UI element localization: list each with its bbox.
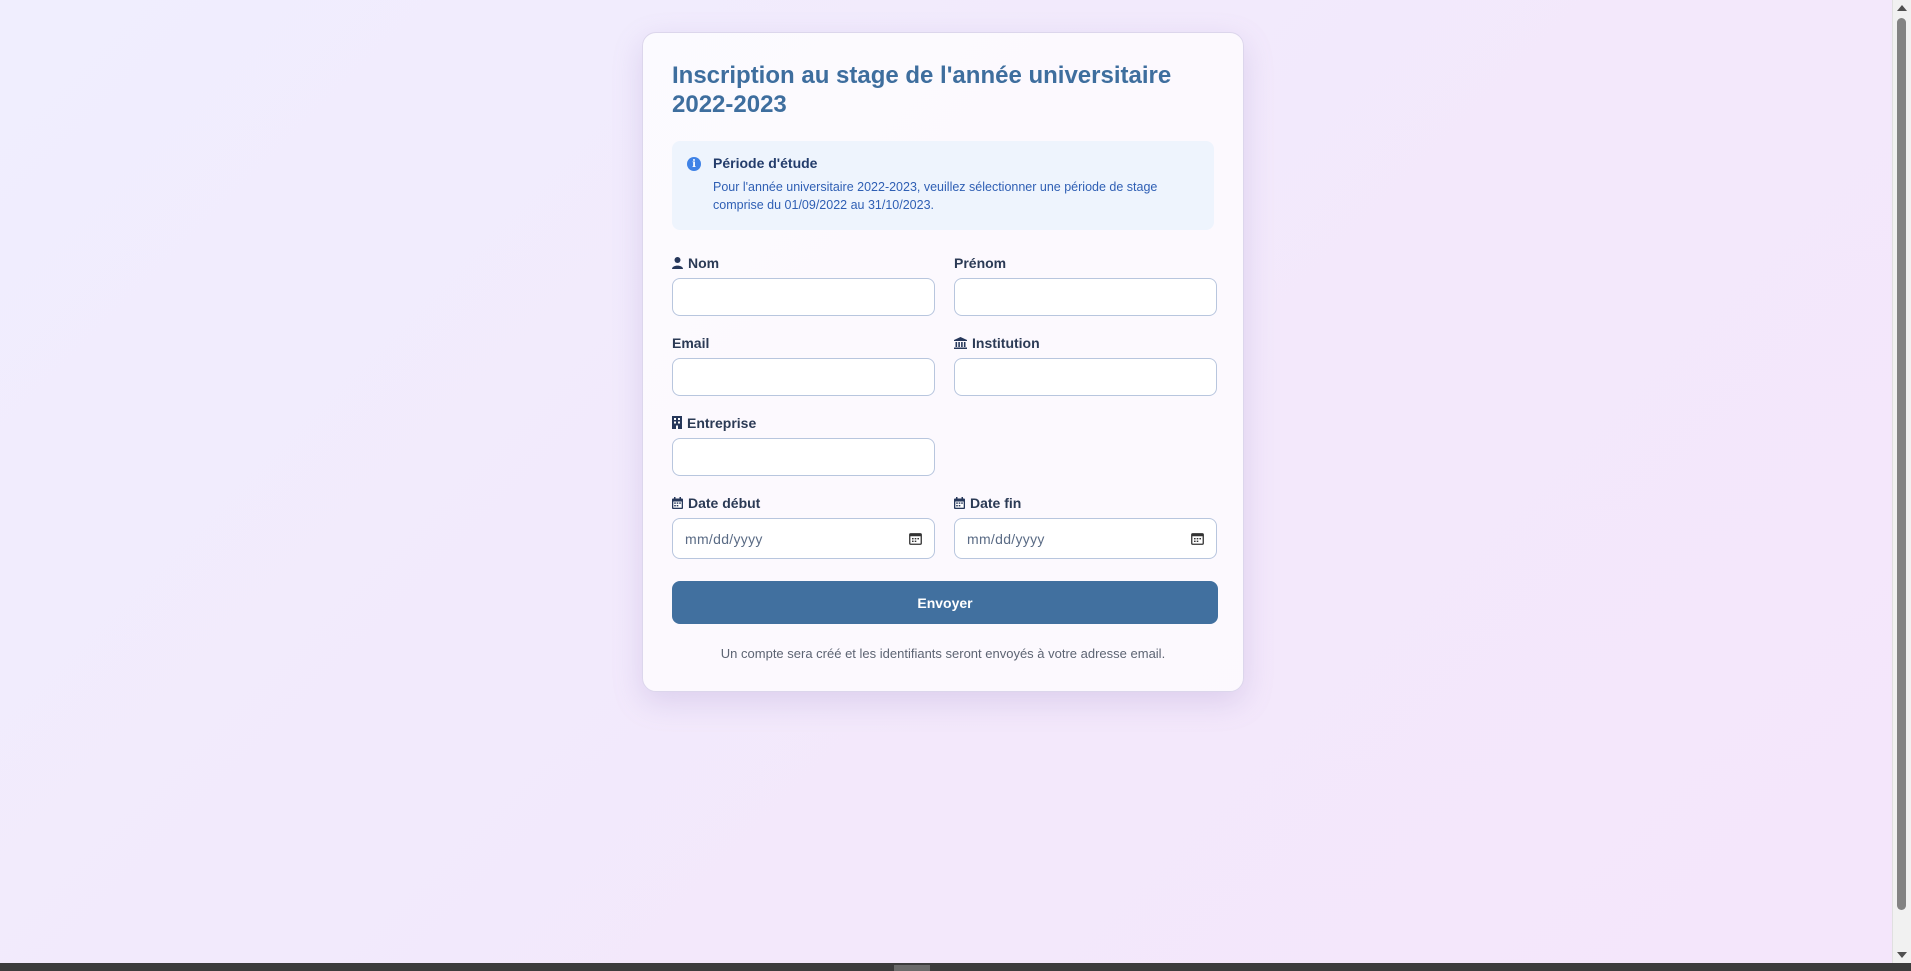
bottom-bar xyxy=(0,963,1911,971)
building-icon xyxy=(672,416,682,429)
grid-spacer xyxy=(954,414,1217,476)
calendar-icon xyxy=(954,496,965,509)
field-nom: Nom xyxy=(672,254,935,316)
date-debut-label: Date début xyxy=(672,494,935,511)
field-email: Email xyxy=(672,334,935,396)
date-debut-input[interactable]: mm/dd/yyyy xyxy=(672,518,935,559)
nom-input[interactable] xyxy=(672,278,935,316)
institution-label-text: Institution xyxy=(972,334,1040,351)
registration-card: Inscription au stage de l'année universi… xyxy=(642,32,1244,692)
user-icon xyxy=(672,256,683,269)
scroll-down-arrow-icon[interactable] xyxy=(1897,952,1907,958)
email-label: Email xyxy=(672,334,935,351)
calendar-icon xyxy=(672,496,683,509)
page: Inscription au stage de l'année universi… xyxy=(0,0,1893,963)
info-icon: i xyxy=(687,157,701,171)
field-date-debut: Date début mm/dd/yyyy xyxy=(672,494,935,559)
field-entreprise: Entreprise xyxy=(672,414,935,476)
prenom-label-text: Prénom xyxy=(954,254,1007,271)
entreprise-label-text: Entreprise xyxy=(687,414,757,431)
entreprise-label: Entreprise xyxy=(672,414,935,431)
email-label-text: Email xyxy=(672,334,710,351)
entreprise-input[interactable] xyxy=(672,438,935,476)
nom-label: Nom xyxy=(672,254,935,271)
vertical-scrollbar[interactable] xyxy=(1892,0,1911,963)
institution-icon xyxy=(954,336,967,349)
date-fin-label: Date fin xyxy=(954,494,1217,511)
date-debut-placeholder: mm/dd/yyyy xyxy=(685,530,763,547)
calendar-picker-icon[interactable] xyxy=(909,532,922,545)
date-fin-input[interactable]: mm/dd/yyyy xyxy=(954,518,1217,559)
field-institution: Institution xyxy=(954,334,1217,396)
info-text: Pour l'année universitaire 2022-2023, ve… xyxy=(713,180,1158,212)
calendar-picker-icon[interactable] xyxy=(1191,532,1204,545)
date-fin-placeholder: mm/dd/yyyy xyxy=(967,530,1045,547)
date-fin-label-text: Date fin xyxy=(970,494,1022,511)
institution-input[interactable] xyxy=(954,358,1217,396)
bottom-bar-handle xyxy=(894,965,930,971)
submit-button[interactable]: Envoyer xyxy=(672,581,1218,624)
info-box: i Période d'étude Pour l'année universit… xyxy=(672,141,1214,230)
scroll-thumb[interactable] xyxy=(1897,18,1906,910)
page-title: Inscription au stage de l'année universi… xyxy=(672,62,1172,118)
field-date-fin: Date fin mm/dd/yyyy xyxy=(954,494,1217,559)
prenom-input[interactable] xyxy=(954,278,1217,316)
prenom-label: Prénom xyxy=(954,254,1217,271)
date-debut-label-text: Date début xyxy=(688,494,761,511)
account-note: Un compte sera créé et les identifiants … xyxy=(720,646,1166,661)
nom-label-text: Nom xyxy=(688,254,720,271)
email-input[interactable] xyxy=(672,358,935,396)
scroll-up-arrow-icon[interactable] xyxy=(1897,5,1907,11)
institution-label: Institution xyxy=(954,334,1217,351)
form-grid: Nom Prénom Email Institution Entreprise … xyxy=(672,254,1217,559)
field-prenom: Prénom xyxy=(954,254,1217,316)
info-title: Période d'étude xyxy=(713,155,818,171)
